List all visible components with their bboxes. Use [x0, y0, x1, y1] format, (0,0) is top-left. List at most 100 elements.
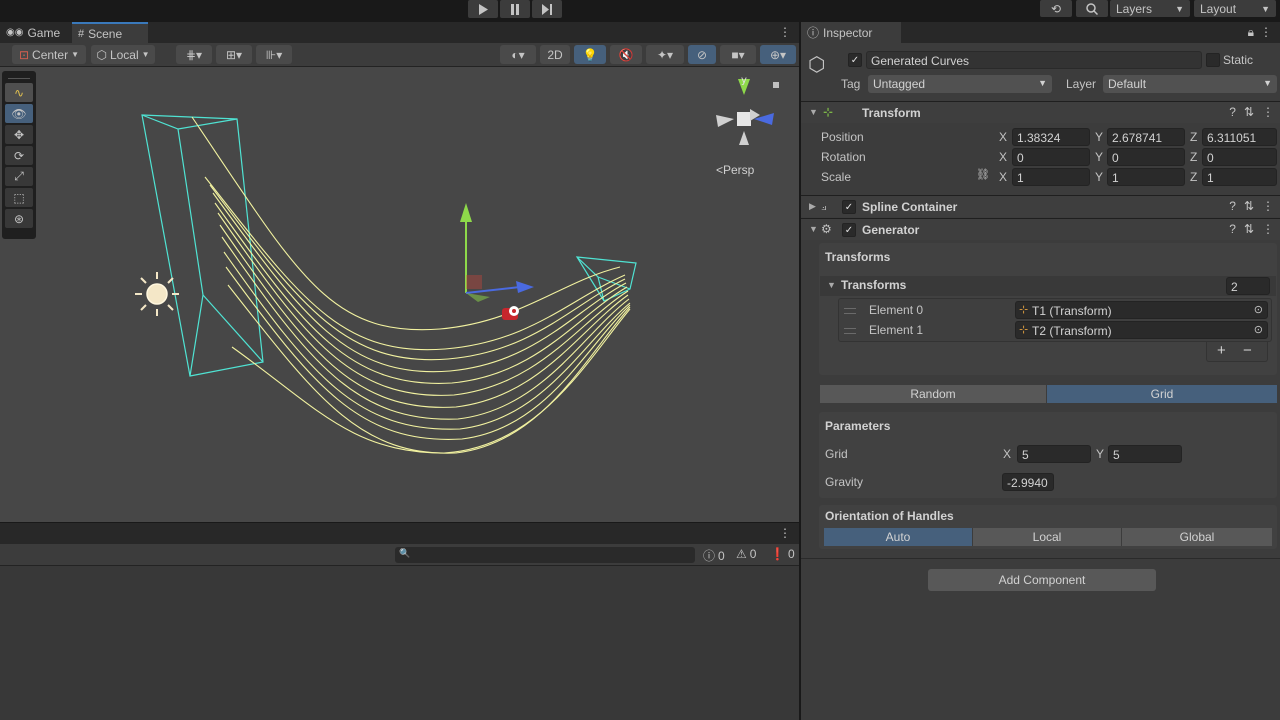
position-z-field[interactable]: 6.311051: [1202, 128, 1277, 146]
rotation-x-field[interactable]: 0: [1012, 148, 1090, 166]
layers-dropdown[interactable]: Layers ▼: [1110, 0, 1190, 17]
position-x-field[interactable]: 1.38324: [1012, 128, 1090, 146]
history-button[interactable]: ⟲: [1040, 0, 1072, 17]
hidden-objects-toggle[interactable]: ⊘: [688, 45, 716, 64]
add-component-button[interactable]: Add Component: [928, 569, 1156, 591]
panel-menu-icon[interactable]: ⋮: [779, 25, 791, 39]
tab-game[interactable]: ◉◉ Game: [0, 22, 70, 43]
error-count-toggle[interactable]: ❗ 0: [770, 547, 795, 561]
preset-icon[interactable]: ⇅: [1244, 105, 1254, 119]
mode-random-button[interactable]: Random: [820, 385, 1047, 403]
orientation-local-button[interactable]: Local: [973, 528, 1122, 546]
info-icon: ⓘ: [807, 26, 820, 40]
scale-x-field[interactable]: 1: [1012, 168, 1090, 186]
component-menu-icon[interactable]: ⋮: [1262, 222, 1274, 236]
projection-label[interactable]: <Persp: [716, 163, 754, 177]
transforms-count-field[interactable]: 2: [1226, 277, 1270, 295]
console-menu-icon[interactable]: ⋮: [779, 526, 791, 540]
remove-element-button[interactable]: −: [1243, 342, 1252, 359]
lock-icon[interactable]: 🔒︎: [1248, 25, 1254, 40]
scene-viewport[interactable]: y ∿ 👁 ✥ ⟳ ⤢ ⬚ ⊛ <Persp: [0, 67, 799, 522]
scene-orientation-gizmo[interactable]: y: [716, 75, 779, 145]
effects-dropdown[interactable]: ✦▾: [646, 45, 684, 64]
camera-dropdown[interactable]: ■▾: [720, 45, 756, 64]
2d-toggle[interactable]: 2D: [540, 45, 570, 64]
rotate-tool-button[interactable]: ⟳: [5, 146, 33, 165]
transforms-list-header[interactable]: ▼ Transforms 2: [820, 276, 1276, 296]
element-0-field[interactable]: ⊹ T1 (Transform) ⊙: [1015, 301, 1268, 319]
help-icon[interactable]: ?: [1229, 199, 1236, 213]
console-search-input[interactable]: 🔍: [395, 547, 695, 563]
view-tool-button[interactable]: 👁: [5, 104, 33, 123]
info-count-toggle[interactable]: ⓘ 0: [703, 547, 725, 564]
element-1-field[interactable]: ⊹ T2 (Transform) ⊙: [1015, 321, 1268, 339]
audio-toggle[interactable]: 🔇: [610, 45, 642, 64]
help-icon[interactable]: ?: [1229, 222, 1236, 236]
console-log-area[interactable]: [0, 566, 799, 720]
spline-tool-button[interactable]: ∿: [5, 83, 33, 102]
component-menu-icon[interactable]: ⋮: [1262, 105, 1274, 119]
object-picker-icon[interactable]: ⊙: [1254, 303, 1263, 316]
orientation-global-button[interactable]: Global: [1122, 528, 1272, 546]
reorder-handle[interactable]: [844, 308, 856, 314]
mode-grid-button[interactable]: Grid: [1047, 385, 1277, 403]
help-icon[interactable]: ?: [1229, 105, 1236, 119]
step-button[interactable]: [532, 0, 562, 18]
scale-label: Scale: [821, 170, 852, 184]
lighting-toggle[interactable]: 💡: [574, 45, 606, 64]
lock-icon[interactable]: [773, 82, 779, 88]
console-toolbar: 🔍 ⓘ 0 ⚠ 0 ❗ 0: [0, 544, 799, 566]
gravity-field[interactable]: -2.9940: [1002, 473, 1054, 491]
grid-x-field[interactable]: 5: [1017, 445, 1091, 463]
reorder-handle[interactable]: [844, 328, 856, 334]
pivot-center-dropdown[interactable]: ⊡ Center ▼: [12, 45, 86, 64]
spline-container-enabled-checkbox[interactable]: ✓: [842, 200, 856, 214]
panel-menu-icon[interactable]: ⋮: [1260, 25, 1272, 39]
pause-button[interactable]: [500, 0, 530, 18]
transform-tool-button[interactable]: ⊛: [5, 209, 33, 228]
orientation-auto-button[interactable]: Auto: [824, 528, 973, 546]
rotation-z-field[interactable]: 0: [1202, 148, 1277, 166]
generator-header[interactable]: ▼ ⚙ ✓ Generator ? ⇅ ⋮: [801, 218, 1280, 240]
warning-count-toggle[interactable]: ⚠ 0: [736, 547, 756, 561]
space-local-dropdown[interactable]: ⬡ Local ▼: [91, 45, 155, 64]
position-y-field[interactable]: 2.678741: [1107, 128, 1185, 146]
increment-snap-button[interactable]: ⊞▾: [216, 45, 252, 64]
grid-y-field[interactable]: 5: [1108, 445, 1182, 463]
search-button[interactable]: [1076, 0, 1108, 17]
generator-enabled-checkbox[interactable]: ✓: [842, 223, 856, 237]
add-element-button[interactable]: +: [1217, 342, 1226, 359]
scale-y-field[interactable]: 1: [1107, 168, 1185, 186]
rotation-y-field[interactable]: 0: [1107, 148, 1185, 166]
layout-dropdown[interactable]: Layout ▼: [1194, 0, 1276, 17]
preset-icon[interactable]: ⇅: [1244, 199, 1254, 213]
rect-tool-button[interactable]: ⬚: [5, 188, 33, 207]
spline-container-header[interactable]: ▶ ⟓ ✓ Spline Container ? ⇅ ⋮: [801, 195, 1280, 217]
scale-z-field[interactable]: 1: [1202, 168, 1277, 186]
tag-dropdown[interactable]: Untagged ▼: [868, 75, 1052, 93]
palette-grip[interactable]: [8, 73, 30, 79]
gizmos-dropdown[interactable]: ⊕▾: [760, 45, 796, 64]
preset-icon[interactable]: ⇅: [1244, 222, 1254, 236]
scale-tool-button[interactable]: ⤢: [5, 167, 33, 186]
play-button[interactable]: [468, 0, 498, 18]
tab-inspector[interactable]: ⓘ Inspector: [801, 22, 901, 43]
layer-dropdown[interactable]: Default ▼: [1103, 75, 1277, 93]
object-name-field[interactable]: Generated Curves: [866, 51, 1202, 69]
constrain-proportions-icon[interactable]: ⛓: [976, 168, 990, 181]
transform-header[interactable]: ▼ ⊹ Transform ? ⇅ ⋮: [801, 101, 1280, 123]
object-picker-icon[interactable]: ⊙: [1254, 323, 1263, 336]
sun-light-icon[interactable]: [135, 272, 179, 316]
snap-settings-button[interactable]: ⊪▾: [256, 45, 292, 64]
move-gizmo[interactable]: [460, 203, 534, 320]
increment-snap-icon: ⊞▾: [225, 47, 243, 62]
transform-title: Transform: [862, 106, 921, 120]
shading-mode-button[interactable]: ◐▾: [500, 45, 536, 64]
gravity-label: Gravity: [825, 475, 864, 489]
tab-scene[interactable]: # Scene: [72, 22, 148, 43]
grid-snap-button[interactable]: ⋕▾: [176, 45, 212, 64]
component-menu-icon[interactable]: ⋮: [1262, 199, 1274, 213]
move-tool-button[interactable]: ✥: [5, 125, 33, 144]
static-checkbox[interactable]: [1206, 53, 1220, 67]
object-active-checkbox[interactable]: ✓: [848, 53, 862, 67]
